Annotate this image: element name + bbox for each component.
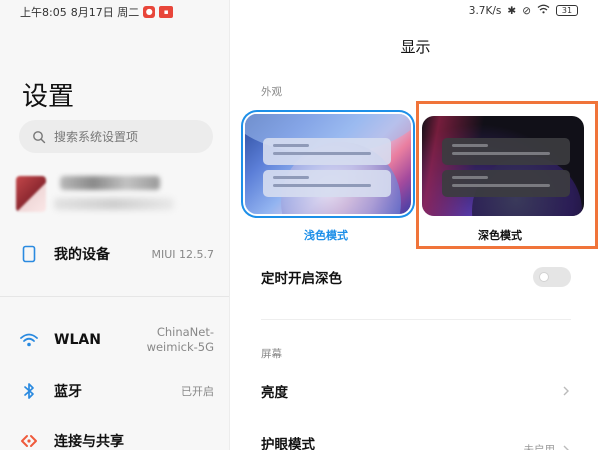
sidebar-item-connection-sharing[interactable]: 连接与共享 [18, 430, 214, 450]
account-subtitle-redacted [54, 198, 174, 210]
notification-icon: ● [143, 6, 156, 18]
sidebar-item-label: 我的设备 [54, 247, 110, 263]
eye-care-row[interactable]: 护眼模式 未启用 [261, 428, 571, 450]
brightness-label: 亮度 [261, 385, 288, 401]
preview-card [442, 170, 570, 197]
status-date: 8月17日 周二 [70, 6, 140, 19]
battery-icon: 31 [556, 5, 578, 16]
account-name-redacted [60, 176, 160, 190]
brightness-row[interactable]: 亮度 [261, 381, 571, 401]
account-entry[interactable] [16, 172, 216, 216]
avatar [16, 176, 46, 212]
chevron-right-icon [563, 445, 569, 450]
wifi-status-icon [537, 4, 550, 17]
app-notification-icon: ▪ [159, 6, 174, 18]
status-bar-right: 3.7K/s ✱ ⊘ 31 [469, 4, 578, 17]
status-time: 上午8:05 [20, 6, 67, 19]
preview-card [442, 138, 570, 165]
sidebar-item-value: ChinaNet-weimick-5G [146, 325, 214, 354]
eye-care-value: 未启用 [523, 444, 556, 450]
scheduled-dark-toggle[interactable] [533, 267, 571, 287]
display-settings-panel: 3.7K/s ✱ ⊘ 31 显示 外观 浅色模式 深色模式 定时开启深色 屏幕 … [231, 0, 600, 450]
preview-card [263, 138, 391, 165]
sidebar-item-value: 已开启 [181, 385, 214, 398]
sidebar-item-my-device[interactable]: 我的设备 MIUI 12.5.7 [18, 243, 214, 265]
status-bar-left: 上午8:05 8月17日 周二 ● ▪ [20, 4, 174, 20]
light-mode-label[interactable]: 浅色模式 [304, 227, 348, 243]
preview-card [263, 170, 391, 197]
share-icon [18, 430, 40, 450]
divider [0, 296, 229, 297]
bluetooth-status-icon: ✱ [507, 4, 517, 17]
sidebar-item-label: 连接与共享 [54, 434, 124, 450]
wifi-icon [18, 329, 40, 351]
sidebar-item-value: MIUI 12.5.7 [151, 247, 214, 261]
scheduled-dark-row[interactable]: 定时开启深色 [261, 267, 571, 287]
search-icon [33, 130, 46, 143]
sidebar-item-label: WLAN [54, 332, 101, 348]
scheduled-dark-label: 定时开启深色 [261, 271, 342, 287]
network-speed: 3.7K/s [468, 4, 502, 17]
sidebar-item-bluetooth[interactable]: 蓝牙 已开启 [18, 380, 214, 402]
divider [261, 319, 571, 320]
settings-title: 设置 [22, 82, 75, 112]
settings-sidebar: 上午8:05 8月17日 周二 ● ▪ 设置 搜索系统设置项 我的设备 MIUI… [0, 0, 230, 450]
search-input[interactable]: 搜索系统设置项 [19, 120, 213, 153]
sidebar-item-wlan[interactable]: WLAN ChinaNet-weimick-5G [18, 325, 214, 355]
section-appearance: 外观 [261, 86, 282, 98]
light-mode-option[interactable] [245, 114, 411, 214]
eye-care-label: 护眼模式 [261, 436, 315, 450]
chevron-right-icon [563, 386, 569, 396]
page-title: 显示 [400, 38, 431, 56]
sidebar-item-label: 蓝牙 [54, 384, 82, 400]
search-placeholder: 搜索系统设置项 [54, 130, 139, 144]
bluetooth-icon [18, 380, 40, 402]
section-screen: 屏幕 [261, 348, 282, 360]
mute-icon: ⊘ [522, 4, 531, 17]
phone-icon [18, 243, 40, 265]
